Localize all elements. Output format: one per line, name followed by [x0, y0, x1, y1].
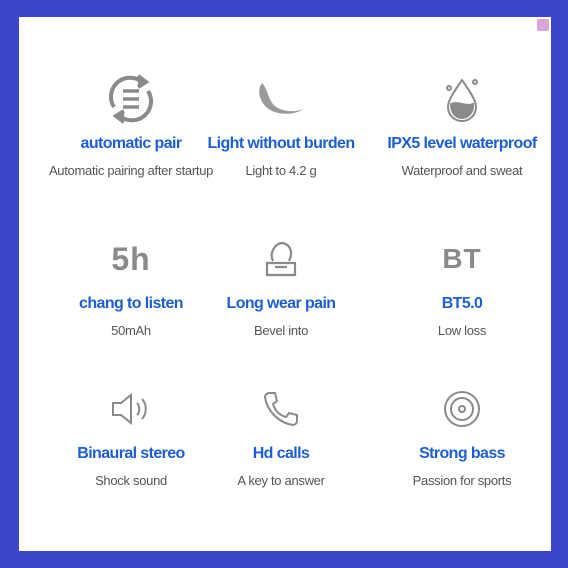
feature-title: Long wear pain: [226, 295, 337, 312]
feature-subtitle: A key to answer: [237, 473, 325, 488]
earbud-case-icon: [186, 231, 376, 287]
feature-subtitle: Waterproof and sweat: [401, 163, 523, 178]
disc-icon: [367, 381, 557, 437]
bt-text-icon: BT: [442, 243, 482, 274]
feature-waterproof: IPX5 level waterproof Waterproof and swe…: [367, 71, 557, 178]
feature-bass: Strong bass Passion for sports: [367, 381, 557, 488]
water-drop-icon: [367, 71, 557, 127]
feature-subtitle: Bevel into: [253, 323, 309, 338]
feature-title: Strong bass: [419, 445, 505, 462]
feature-bt: BT BT5.0 Low loss: [367, 231, 557, 338]
feature-light: Light without burden Light to 4.2 g: [186, 71, 376, 178]
feature-title: IPX5 level waterproof: [387, 135, 537, 152]
feature-wear: Long wear pain Bevel into: [186, 231, 376, 338]
phone-icon: [186, 381, 376, 437]
feature-title: BT5.0: [441, 295, 483, 312]
feature-title: Light without burden: [207, 135, 355, 152]
feather-icon: [186, 71, 376, 127]
feature-title: Hd calls: [252, 445, 310, 462]
feature-panel: automatic pair Automatic pairing after s…: [19, 17, 551, 551]
feature-subtitle: Passion for sports: [412, 473, 512, 488]
brand-logo: [537, 19, 549, 31]
feature-calls: Hd calls A key to answer: [186, 381, 376, 488]
feature-subtitle: Low loss: [437, 323, 487, 338]
feature-subtitle: Light to 4.2 g: [245, 163, 317, 178]
